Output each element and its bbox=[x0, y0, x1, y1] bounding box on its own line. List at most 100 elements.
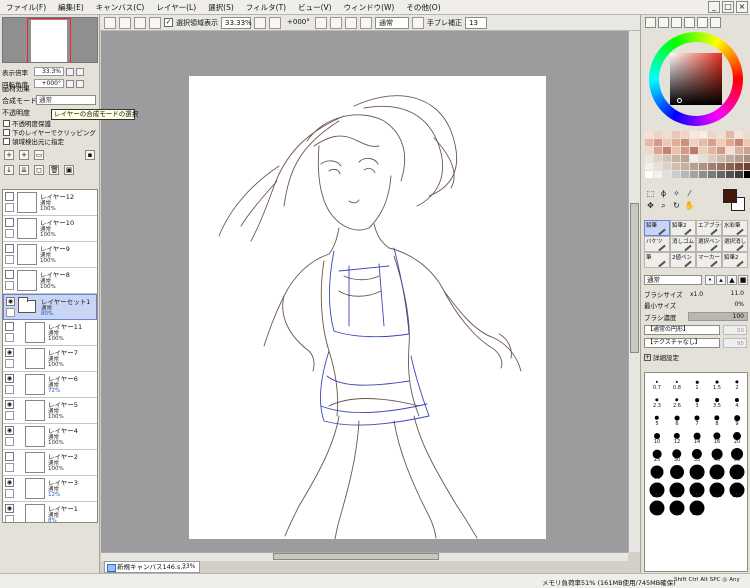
color-swatch[interactable] bbox=[681, 139, 689, 146]
color-swatch[interactable] bbox=[690, 139, 698, 146]
color-swatch[interactable] bbox=[708, 171, 716, 178]
color-swatch[interactable] bbox=[699, 131, 707, 138]
delete-layer-icon[interactable]: 🗑 bbox=[49, 165, 59, 175]
color-wheel[interactable] bbox=[649, 32, 743, 126]
hand-icon[interactable]: ✋ bbox=[684, 201, 695, 211]
brush-tool[interactable]: 消しゴム bbox=[670, 236, 696, 252]
close-icon[interactable]: × bbox=[736, 1, 748, 13]
rotate-icon[interactable]: ↻ bbox=[671, 201, 682, 211]
color-swatch[interactable] bbox=[699, 155, 707, 162]
eye-icon[interactable] bbox=[5, 192, 14, 201]
detail-expand-icon[interactable]: + bbox=[644, 353, 651, 361]
lock-icon[interactable] bbox=[5, 359, 14, 368]
magic-wand-icon[interactable]: ✧ bbox=[671, 189, 682, 199]
color-swatch[interactable] bbox=[717, 131, 725, 138]
size-cell[interactable]: 40 bbox=[707, 446, 727, 464]
color-swatch[interactable] bbox=[672, 163, 680, 170]
brush-tool[interactable]: 鉛筆 bbox=[644, 220, 670, 236]
brush-texture-select[interactable]: 【テクスチャなし】 bbox=[644, 338, 720, 348]
toolbar-button-2[interactable] bbox=[119, 16, 131, 29]
color-swatch[interactable] bbox=[663, 131, 671, 138]
layer-item[interactable]: ◉ レイヤー4 通常 100% bbox=[3, 424, 97, 450]
brush-tool[interactable]: 水彩筆 bbox=[722, 220, 748, 236]
panel-option-icon[interactable]: ▪ bbox=[85, 150, 95, 160]
color-swatch[interactable] bbox=[744, 171, 750, 178]
vertical-scroll-thumb[interactable] bbox=[630, 203, 639, 353]
size-cell[interactable]: 300 bbox=[707, 482, 727, 500]
color-swatch[interactable] bbox=[735, 163, 743, 170]
size-cell[interactable]: 0.8 bbox=[667, 374, 687, 392]
blend-mode-select[interactable]: 通常 bbox=[36, 95, 96, 105]
color-swatch[interactable] bbox=[717, 163, 725, 170]
navigator-thumbnail[interactable] bbox=[2, 17, 98, 63]
brush-tool[interactable]: 選択消し bbox=[722, 236, 748, 252]
lasso-icon[interactable]: ϕ bbox=[658, 189, 669, 199]
lock-icon[interactable] bbox=[5, 229, 14, 238]
nav-angle-minus-button[interactable] bbox=[66, 79, 74, 88]
zoom-in-button[interactable] bbox=[269, 16, 281, 29]
color-swatch[interactable] bbox=[717, 171, 725, 178]
size-cell[interactable]: 8 bbox=[707, 410, 727, 428]
color-swatch[interactable] bbox=[744, 131, 750, 138]
new-folder-icon[interactable]: ▭ bbox=[34, 150, 44, 160]
lock-icon[interactable] bbox=[5, 203, 14, 212]
canvas-vertical-scrollbar[interactable] bbox=[628, 31, 640, 552]
color-swatch[interactable] bbox=[663, 147, 671, 154]
color-swatch[interactable] bbox=[726, 155, 734, 162]
color-swatch[interactable] bbox=[654, 147, 662, 154]
color-swatch[interactable] bbox=[645, 131, 653, 138]
color-swatch[interactable] bbox=[672, 155, 680, 162]
color-swatch[interactable] bbox=[654, 139, 662, 146]
size-cell[interactable]: 2.3 bbox=[647, 392, 667, 410]
eye-icon[interactable]: ◉ bbox=[5, 426, 14, 435]
size-cell[interactable]: 200 bbox=[667, 482, 687, 500]
min-size-value[interactable]: 0% bbox=[734, 300, 744, 309]
merge-down-icon[interactable]: ⇊ bbox=[19, 165, 29, 175]
color-swatch[interactable] bbox=[708, 131, 716, 138]
size-cell[interactable]: 450 bbox=[667, 500, 687, 518]
color-swatch[interactable] bbox=[744, 147, 750, 154]
color-swatch[interactable] bbox=[744, 163, 750, 170]
eye-icon[interactable]: ◉ bbox=[5, 478, 14, 487]
color-swatch[interactable] bbox=[699, 139, 707, 146]
eye-icon[interactable]: ◉ bbox=[5, 400, 14, 409]
color-swatch[interactable] bbox=[654, 131, 662, 138]
rotate-left-button[interactable] bbox=[315, 16, 327, 29]
size-cell[interactable]: 1 bbox=[687, 374, 707, 392]
eye-icon[interactable] bbox=[5, 270, 14, 279]
fg-bg-color[interactable] bbox=[723, 189, 745, 211]
size-cell[interactable]: 80 bbox=[687, 464, 707, 482]
toolbar-button-3[interactable] bbox=[134, 16, 146, 29]
color-swatch[interactable] bbox=[717, 147, 725, 154]
flip-button[interactable] bbox=[360, 16, 372, 29]
color-swatch[interactable] bbox=[645, 171, 653, 178]
sharp-shape-icon[interactable]: ▲ bbox=[727, 275, 737, 285]
size-cell[interactable]: 70 bbox=[667, 464, 687, 482]
color-swatch[interactable] bbox=[717, 155, 725, 162]
nav-angle-value[interactable]: +000° bbox=[34, 79, 64, 88]
color-swatch[interactable] bbox=[726, 131, 734, 138]
eye-icon[interactable]: ◉ bbox=[5, 504, 14, 513]
rotate-right-button[interactable] bbox=[330, 16, 342, 29]
new-vector-layer-icon[interactable]: + bbox=[19, 150, 29, 160]
clipping-checkbox[interactable] bbox=[3, 128, 10, 136]
size-cell[interactable]: 20 bbox=[727, 428, 747, 446]
effects-title[interactable]: 画材効果 bbox=[2, 84, 30, 94]
canvas-area[interactable] bbox=[101, 31, 628, 552]
region-source-row[interactable]: 領域検出元に指定 bbox=[3, 136, 64, 146]
color-swatch[interactable] bbox=[735, 131, 743, 138]
layer-item[interactable]: レイヤー2 通常 100% bbox=[3, 450, 97, 476]
selection-checkbox[interactable]: ✓ bbox=[164, 18, 173, 27]
layer-item[interactable]: ◉ レイヤー5 通常 100% bbox=[3, 398, 97, 424]
transfer-down-icon[interactable]: ↓ bbox=[4, 165, 14, 175]
rect-select-icon[interactable]: ⬚ bbox=[645, 189, 656, 199]
size-cell[interactable]: 3 bbox=[687, 392, 707, 410]
size-cell[interactable]: 7 bbox=[687, 410, 707, 428]
color-swatch[interactable] bbox=[672, 171, 680, 178]
size-cell[interactable]: 35 bbox=[687, 446, 707, 464]
eye-icon[interactable] bbox=[5, 452, 14, 461]
menu-item-2[interactable]: 編集(E) bbox=[52, 0, 90, 15]
menu-item-4[interactable]: レイヤー(L) bbox=[150, 0, 202, 15]
size-cell[interactable]: 5 bbox=[647, 410, 667, 428]
brush-tool[interactable]: エアブラシ bbox=[696, 220, 722, 236]
